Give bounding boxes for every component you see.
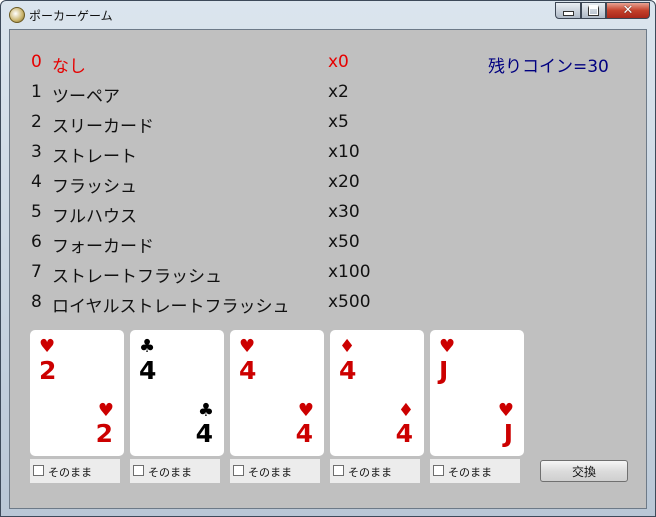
heart-icon: ♥	[439, 336, 456, 357]
heart-icon: ♥	[97, 400, 114, 421]
hand-number: 3	[31, 142, 42, 162]
club-icon: ♣	[139, 336, 156, 357]
hand-name: ツーペア	[52, 87, 120, 107]
hand-name: ストレートフラッシュ	[52, 267, 222, 287]
hand-multiplier-3: x10	[328, 142, 360, 162]
hand-number: 5	[31, 202, 42, 222]
hold-checkbox-2[interactable]: そのまま	[130, 459, 220, 483]
hold-label: そのまま	[448, 466, 492, 479]
hand-multiplier-2: x5	[328, 112, 349, 132]
hold-checkbox-4[interactable]: そのまま	[330, 459, 420, 483]
close-icon: ✕	[622, 3, 634, 18]
window-title: ポーカーゲーム	[29, 9, 113, 23]
hold-checkbox-1[interactable]: そのまま	[30, 459, 120, 483]
hand-multiplier-8: x500	[328, 292, 371, 312]
hand-name: なし	[52, 57, 86, 77]
hold-label: そのまま	[48, 466, 92, 479]
card-rank: 2	[95, 419, 113, 448]
hand-number: 0	[31, 52, 42, 72]
hand-name: フラッシュ	[52, 177, 137, 197]
hold-label: そのまま	[348, 466, 392, 479]
heart-icon: ♥	[39, 336, 56, 357]
card-rank: 4	[395, 419, 413, 448]
hand-name: ストレート	[52, 147, 137, 167]
maximize-button[interactable]	[581, 2, 606, 19]
hand-name: ロイヤルストレートフラッシュ	[52, 297, 290, 317]
title-bar[interactable]: ポーカーゲーム ✕	[1, 1, 655, 29]
game-area: 0 なし x0 1 ツーペア x2 2 スリーカード x5 3 ストレート x1…	[9, 29, 647, 509]
hold-checkbox-5[interactable]: そのまま	[430, 459, 520, 483]
checkbox[interactable]	[433, 465, 444, 476]
card-4[interactable]: ♦ 4 ♦ 4	[330, 330, 424, 456]
remaining-coins: 残りコイン=30	[488, 57, 609, 77]
checkbox[interactable]	[233, 465, 244, 476]
hand-number: 1	[31, 82, 42, 102]
hand-number: 6	[31, 232, 42, 252]
heart-icon: ♥	[497, 400, 514, 421]
hand-number: 8	[31, 292, 42, 312]
card-rank: 4	[239, 356, 257, 385]
card-5[interactable]: ♥ J ♥ J	[430, 330, 524, 456]
card-1[interactable]: ♥ 2 ♥ 2	[30, 330, 124, 456]
card-rank: J	[503, 419, 513, 448]
checkbox[interactable]	[133, 465, 144, 476]
minimize-icon	[562, 11, 574, 16]
card-rank: 4	[139, 356, 157, 385]
hand-number: 7	[31, 262, 42, 282]
diamond-icon: ♦	[339, 336, 356, 357]
maximize-icon	[588, 5, 599, 16]
hand-name: フォーカード	[52, 237, 154, 257]
card-rank: 2	[39, 356, 57, 385]
app-window: ポーカーゲーム ✕ 0 なし x0 1 ツーペア x2 2 スリーカード x5 …	[0, 0, 656, 517]
card-2[interactable]: ♣ 4 ♣ 4	[130, 330, 224, 456]
hand-multiplier-5: x30	[328, 202, 360, 222]
card-rank: 4	[295, 419, 313, 448]
checkbox[interactable]	[33, 465, 44, 476]
hand-name: スリーカード	[52, 117, 154, 137]
exchange-button[interactable]: 交換	[540, 460, 628, 482]
minimize-button[interactable]	[555, 2, 581, 19]
hold-checkbox-3[interactable]: そのまま	[230, 459, 320, 483]
hand-multiplier-6: x50	[328, 232, 360, 252]
hand-name: フルハウス	[52, 207, 137, 227]
close-button[interactable]: ✕	[606, 2, 650, 19]
diamond-icon: ♦	[397, 400, 414, 421]
hand-multiplier-0: x0	[328, 52, 349, 72]
heart-icon: ♥	[239, 336, 256, 357]
hold-label: そのまま	[148, 466, 192, 479]
hand-multiplier-7: x100	[328, 262, 371, 282]
hand-multiplier-1: x2	[328, 82, 349, 102]
app-icon	[9, 7, 25, 23]
hand-number: 2	[31, 112, 42, 132]
hand-number: 4	[31, 172, 42, 192]
card-rank: 4	[195, 419, 213, 448]
heart-icon: ♥	[297, 400, 314, 421]
checkbox[interactable]	[333, 465, 344, 476]
card-rank: 4	[339, 356, 357, 385]
card-rank: J	[439, 356, 449, 385]
card-3[interactable]: ♥ 4 ♥ 4	[230, 330, 324, 456]
club-icon: ♣	[197, 400, 214, 421]
hand-multiplier-4: x20	[328, 172, 360, 192]
hold-label: そのまま	[248, 466, 292, 479]
